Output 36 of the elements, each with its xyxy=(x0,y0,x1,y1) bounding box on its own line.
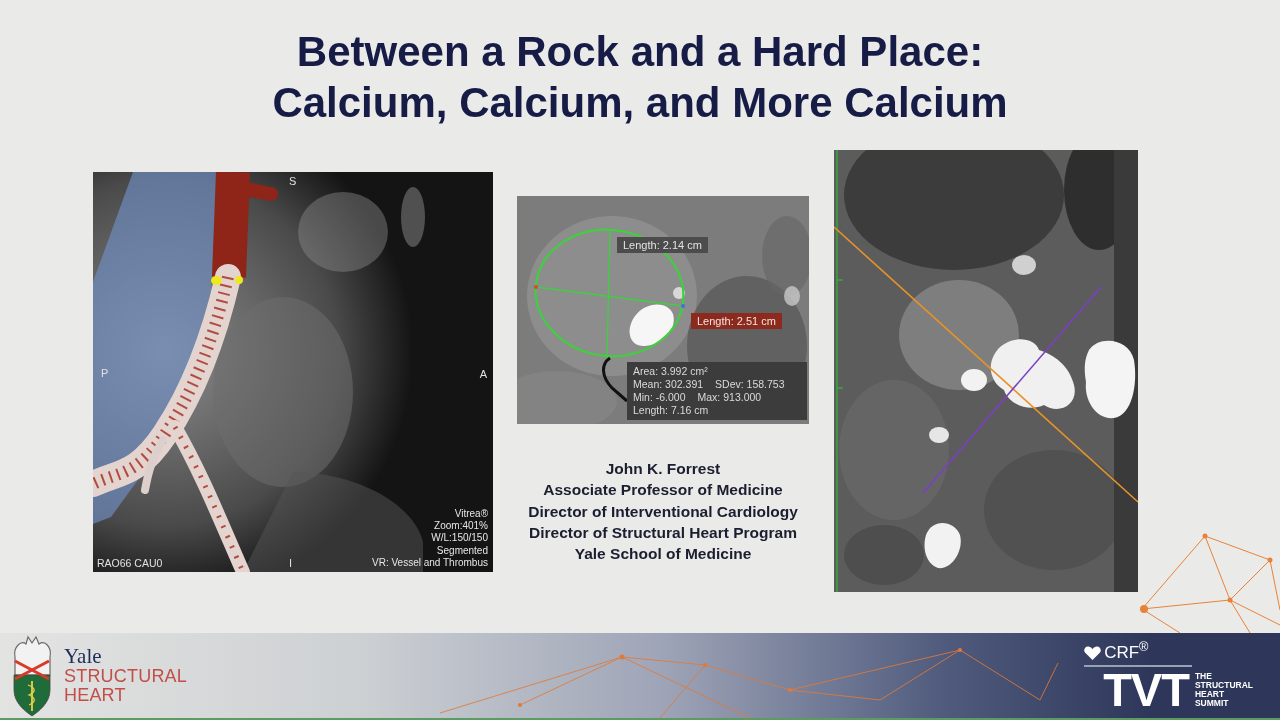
info-text: VR: Vessel and Thrombus xyxy=(372,556,488,569)
stat-text: Mean: 302.391 xyxy=(633,378,704,391)
orientation-label: A xyxy=(479,368,487,380)
stat-text: Length: 7.16 cm xyxy=(633,404,709,417)
view-angle-label: RAO66 CAU0 xyxy=(97,557,163,569)
stat-text: Min: -6.000 xyxy=(633,391,686,404)
stat-text: Area: 3.992 cm² xyxy=(633,365,708,378)
speaker-name: John K. Forrest xyxy=(605,459,721,479)
length-label: Length: 2.51 cm xyxy=(691,313,782,329)
tagline-text: THE STRUCTURAL HEART SUMMIT xyxy=(1194,671,1253,708)
speaker-title: Director of Interventional Cardiology xyxy=(528,501,798,522)
logo-subtitle: STRUCTURAL HEART xyxy=(64,667,187,705)
stat-text: SDev: 158.753 xyxy=(715,378,785,391)
calcium-spot xyxy=(1012,255,1036,275)
orientation-label: S xyxy=(289,175,297,187)
info-text: Zoom:401% xyxy=(434,520,488,533)
info-text: W/L:150/150 xyxy=(431,532,488,545)
heart-icon xyxy=(1084,645,1102,660)
stat-text: Max: 913.000 xyxy=(697,391,762,404)
calcium-deposit-drawing xyxy=(924,523,961,569)
speaker-title: Associate Professor of Medicine xyxy=(543,480,783,501)
leader-line xyxy=(602,356,628,403)
info-text: Vitrea® xyxy=(454,508,488,521)
logo-brand-text: CRF$^{®}$ xyxy=(1104,643,1149,662)
speaker-title: Director of Structural Heart Program xyxy=(529,522,797,543)
marker-icon xyxy=(235,276,243,284)
marker-icon xyxy=(211,276,222,285)
event-logo-text: TVT xyxy=(1103,671,1189,708)
calcium-deposit-drawing xyxy=(629,304,674,346)
slide-title: Between a Rock and a Hard Place: Calcium, Calcium, and More Calcium xyxy=(272,27,1008,128)
orientation-label: P xyxy=(101,367,109,379)
orientation-label: I xyxy=(289,557,293,569)
length-label: Length: 2.14 cm xyxy=(617,237,708,253)
speaker-title: Yale School of Medicine xyxy=(574,544,752,565)
info-text: Segmented xyxy=(436,544,488,557)
logo-name: Yale xyxy=(64,646,103,667)
